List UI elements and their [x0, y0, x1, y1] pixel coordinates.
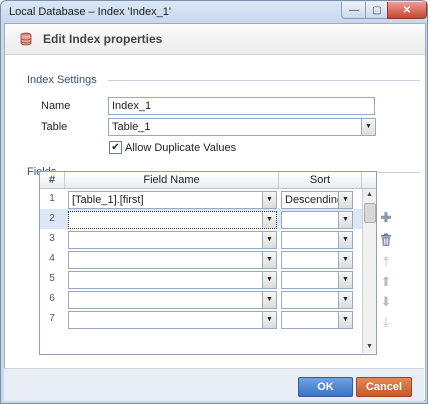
check-icon: ✔: [111, 142, 120, 153]
arrow-up-icon[interactable]: ⬆: [379, 275, 393, 289]
move-top-icon[interactable]: ⤒: [379, 255, 393, 269]
allow-duplicates-label: Allow Duplicate Values: [125, 142, 237, 154]
arrow-down-icon[interactable]: ⬇: [379, 295, 393, 309]
chevron-down-icon[interactable]: ▼: [361, 119, 375, 135]
chevron-down-icon[interactable]: ▼: [338, 232, 352, 248]
row-number: 4: [49, 253, 55, 264]
field-name-select[interactable]: ▼: [68, 271, 277, 289]
scroll-up-icon[interactable]: ▲: [363, 189, 376, 201]
chevron-down-icon[interactable]: ▼: [262, 292, 276, 308]
field-name-select[interactable]: ▼: [68, 211, 277, 229]
chevron-down-icon[interactable]: ▼: [338, 252, 352, 268]
table-row[interactable]: 3 ▼ ▼: [40, 229, 376, 249]
table-value: Table_1: [112, 121, 151, 133]
table-row[interactable]: 7 ▼ ▼: [40, 309, 376, 329]
table-row[interactable]: 2 ▼ ▼: [40, 209, 376, 229]
window-title: Local Database – Index 'Index_1': [9, 6, 171, 18]
title-bar[interactable]: Local Database – Index 'Index_1' — ▢ ✕: [1, 1, 427, 23]
name-label: Name: [41, 100, 71, 112]
ok-button[interactable]: OK: [298, 377, 353, 397]
field-name-select[interactable]: ▼: [68, 251, 277, 269]
col-header-field-name[interactable]: Field Name: [65, 172, 279, 188]
field-name-value: [Table_1].[first]: [72, 194, 144, 206]
close-icon: ✕: [402, 4, 412, 16]
dialog-window: Local Database – Index 'Index_1' — ▢ ✕ E…: [0, 0, 428, 404]
trash-icon[interactable]: [379, 233, 393, 247]
chevron-down-icon[interactable]: ▼: [338, 212, 352, 228]
chevron-down-icon[interactable]: ▼: [262, 252, 276, 268]
chevron-down-icon[interactable]: ▼: [338, 292, 352, 308]
scroll-thumb[interactable]: [364, 203, 376, 223]
fields-grid: # Field Name Sort 1 [Table_1].[first] ▼ Des…: [39, 171, 377, 355]
chevron-down-icon[interactable]: ▼: [262, 272, 276, 288]
divider: [108, 80, 420, 81]
sort-select[interactable]: ▼: [281, 271, 353, 289]
sort-select[interactable]: ▼: [281, 251, 353, 269]
field-name-select[interactable]: ▼: [68, 311, 277, 329]
minimize-button[interactable]: —: [341, 2, 367, 19]
sort-select[interactable]: Descending ▼: [281, 191, 353, 209]
field-name-select[interactable]: [Table_1].[first] ▼: [68, 191, 277, 209]
chevron-down-icon[interactable]: ▼: [262, 312, 276, 328]
allow-duplicates-checkbox[interactable]: ✔: [109, 141, 122, 154]
scroll-down-icon[interactable]: ▼: [363, 341, 376, 353]
field-name-select[interactable]: ▼: [68, 231, 277, 249]
col-header-sort[interactable]: Sort: [279, 172, 362, 188]
sort-value: Descending: [285, 194, 344, 206]
row-number: 2: [49, 213, 55, 224]
sort-select[interactable]: ▼: [281, 311, 353, 329]
table-label: Table: [41, 121, 68, 133]
dialog-footer: OK Cancel: [4, 368, 424, 401]
cancel-button[interactable]: Cancel: [356, 377, 412, 397]
dialog-header: Edit Index properties: [5, 24, 425, 55]
row-number: 6: [49, 293, 55, 304]
table-row[interactable]: 6 ▼ ▼: [40, 289, 376, 309]
table-row[interactable]: 5 ▼ ▼: [40, 269, 376, 289]
header-title: Edit Index properties: [43, 32, 163, 46]
col-header-num: #: [40, 172, 65, 188]
row-number: 3: [49, 233, 55, 244]
chevron-down-icon[interactable]: ▼: [262, 212, 276, 228]
chevron-down-icon[interactable]: ▼: [338, 192, 352, 208]
grid-scrollbar[interactable]: ▲ ▼: [362, 189, 376, 353]
database-index-icon: [20, 32, 32, 46]
table-row[interactable]: 1 [Table_1].[first] ▼ Descending ▼: [40, 189, 376, 209]
name-value: Index_1: [112, 100, 152, 112]
row-number: 1: [49, 193, 55, 204]
close-button[interactable]: ✕: [387, 2, 427, 19]
index-settings-label: Index Settings: [27, 74, 97, 86]
table-row[interactable]: 4 ▼ ▼: [40, 249, 376, 269]
name-field[interactable]: Index_1: [108, 97, 375, 115]
field-name-select[interactable]: ▼: [68, 291, 277, 309]
sort-select[interactable]: ▼: [281, 231, 353, 249]
sort-select[interactable]: ▼: [281, 211, 353, 229]
chevron-down-icon[interactable]: ▼: [262, 192, 276, 208]
chevron-down-icon[interactable]: ▼: [262, 232, 276, 248]
move-bottom-icon[interactable]: ⤓: [379, 315, 393, 329]
chevron-down-icon[interactable]: ▼: [338, 272, 352, 288]
row-number: 7: [49, 313, 55, 324]
table-select[interactable]: Table_1 ▼: [108, 118, 376, 136]
chevron-down-icon[interactable]: ▼: [338, 312, 352, 328]
maximize-button[interactable]: ▢: [365, 2, 389, 19]
grid-header: # Field Name Sort: [40, 172, 376, 189]
sort-select[interactable]: ▼: [281, 291, 353, 309]
row-number: 5: [49, 273, 55, 284]
minimize-icon: —: [349, 4, 359, 16]
plus-icon[interactable]: ✚: [379, 211, 393, 225]
maximize-icon: ▢: [372, 4, 382, 16]
